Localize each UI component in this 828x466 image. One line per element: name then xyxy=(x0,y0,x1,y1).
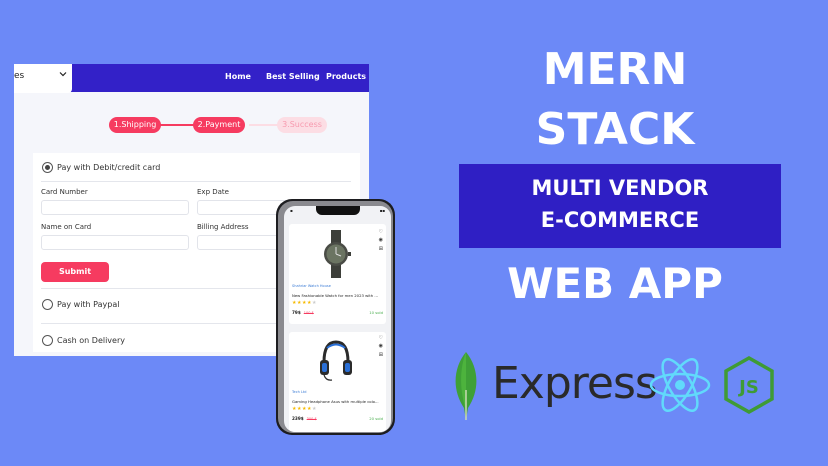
categories-dropdown[interactable]: es xyxy=(14,64,72,93)
billing-address-label: Billing Address xyxy=(197,223,249,231)
old-price: 100 $ xyxy=(303,311,314,315)
card-number-label: Card Number xyxy=(41,188,88,196)
product-price: 239$ 300 $ xyxy=(292,416,317,421)
eye-icon[interactable]: ◉ xyxy=(379,343,383,349)
chevron-down-icon xyxy=(59,70,67,81)
dropdown-text: es xyxy=(14,71,25,81)
phone-frame: ▪ ▪▪ ♡ ◉ ⊞ Shahriar Watch House New Fash… xyxy=(278,201,393,433)
headphone-image xyxy=(317,336,355,384)
cart-icon[interactable]: ⊞ xyxy=(379,246,383,252)
eye-icon[interactable]: ◉ xyxy=(379,237,383,243)
option-cod-label: Cash on Delivery xyxy=(57,336,125,345)
shop-name[interactable]: Shahriar Watch House xyxy=(292,284,331,288)
radio-paypal[interactable] xyxy=(42,299,53,310)
phone-screen: ▪ ▪▪ ♡ ◉ ⊞ Shahriar Watch House New Fash… xyxy=(284,206,391,432)
phone-notch xyxy=(316,206,360,215)
option-paypal-label: Pay with Paypal xyxy=(57,300,120,309)
nav-best-selling[interactable]: Best Selling xyxy=(266,72,320,81)
heart-icon[interactable]: ♡ xyxy=(379,229,383,235)
exp-date-label: Exp Date xyxy=(197,188,229,196)
nav-home[interactable]: Home xyxy=(225,72,251,81)
product-name[interactable]: New Fashionable Watch for men 2023 with … xyxy=(292,293,378,298)
title-stack: STACK xyxy=(535,104,695,155)
status-battery: ▪▪ xyxy=(379,208,385,213)
checkout-steps: 1.Shipping 2.Payment 3.Success xyxy=(109,117,329,133)
phone-mockup: ▪ ▪▪ ♡ ◉ ⊞ Shahriar Watch House New Fash… xyxy=(276,199,395,435)
product-card[interactable]: ♡ ◉ ⊞ Shahriar Watch House New Fashionab… xyxy=(289,224,386,324)
card-number-input[interactable] xyxy=(41,200,189,215)
banner-line-2: E-COMMERCE xyxy=(540,208,700,232)
mongodb-logo xyxy=(449,350,483,426)
name-on-card-label: Name on Card xyxy=(41,223,92,231)
status-time: ▪ xyxy=(290,208,293,213)
radio-card[interactable] xyxy=(42,162,53,173)
banner-line-1: MULTI VENDOR xyxy=(531,176,709,200)
step-success: 3.Success xyxy=(277,117,327,133)
divider xyxy=(41,181,351,182)
submit-button[interactable]: Submit xyxy=(41,262,109,282)
watch-image xyxy=(317,230,355,278)
heart-icon[interactable]: ♡ xyxy=(379,335,383,341)
shop-name[interactable]: Tech Ltd xyxy=(292,390,307,394)
sold-count: 10 sold xyxy=(369,310,383,315)
promo-banner: MULTI VENDOR E-COMMERCE xyxy=(459,164,781,248)
cart-icon[interactable]: ⊞ xyxy=(379,352,383,358)
title-mern: MERN xyxy=(542,44,688,95)
name-on-card-input[interactable] xyxy=(41,235,189,250)
rating-stars: ★★★★★ xyxy=(292,406,317,412)
product-card[interactable]: ♡ ◉ ⊞ Tech Ltd Gaming Headphone Asus wit… xyxy=(289,332,386,432)
express-logo: Express xyxy=(492,358,658,409)
radio-cod[interactable] xyxy=(42,335,53,346)
step-payment: 2.Payment xyxy=(193,117,245,133)
product-price: 79$ 100 $ xyxy=(292,310,314,315)
svg-text:JS: JS xyxy=(737,377,759,398)
step-shipping: 1.Shipping xyxy=(109,117,161,133)
nodejs-logo: JS xyxy=(722,355,776,419)
rating-stars: ★★★★★ xyxy=(292,300,317,306)
sold-count: 20 sold xyxy=(369,416,383,421)
title-web-app: WEB APP xyxy=(507,259,723,308)
step-connector xyxy=(249,124,279,126)
option-card-label: Pay with Debit/credit card xyxy=(57,163,161,172)
product-name[interactable]: Gaming Headphone Asus with multiple colo… xyxy=(292,399,379,404)
old-price: 300 $ xyxy=(306,417,317,421)
react-logo xyxy=(648,355,712,419)
nav-products[interactable]: Products xyxy=(326,72,366,81)
